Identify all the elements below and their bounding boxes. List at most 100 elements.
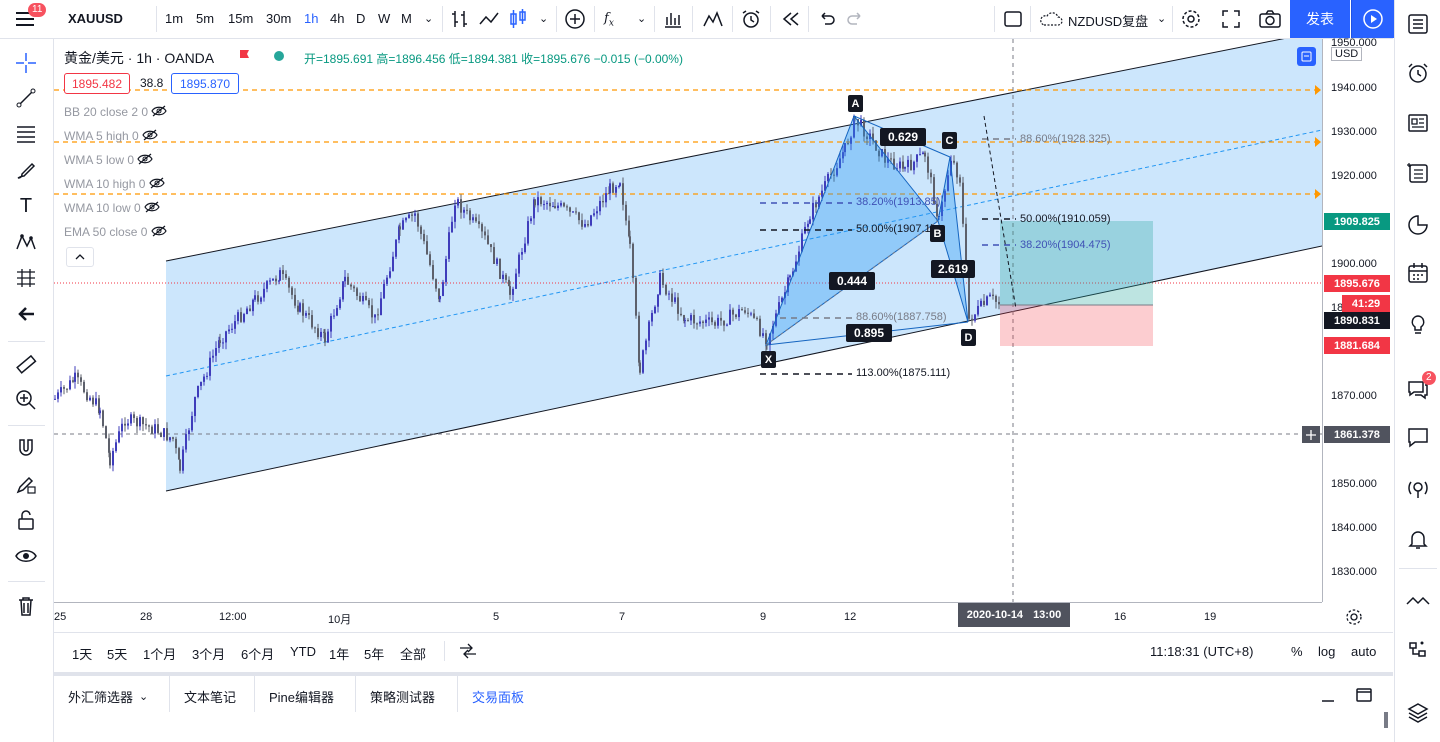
add-indicator-icon[interactable] bbox=[564, 8, 586, 35]
redo-icon[interactable] bbox=[844, 8, 866, 35]
fullscreen-icon[interactable] bbox=[1220, 8, 1242, 35]
ideas-lightbulb-icon[interactable] bbox=[1403, 310, 1433, 340]
back-arrow-icon[interactable] bbox=[13, 301, 39, 327]
undo-icon[interactable] bbox=[816, 8, 838, 35]
layout-name[interactable]: NZDUSD复盘 bbox=[1068, 11, 1148, 30]
eye-off-icon[interactable] bbox=[144, 201, 160, 216]
chart-pane[interactable]: A C B X D 0.629 0.444 2.619 0.895 88.60%… bbox=[54, 39, 1322, 602]
log-toggle[interactable]: log bbox=[1318, 644, 1335, 659]
object-tree-panel-icon[interactable] bbox=[1403, 636, 1433, 666]
prediction-tool-icon[interactable] bbox=[13, 265, 39, 291]
range-1y[interactable]: 1年 bbox=[329, 644, 349, 663]
layers-icon[interactable] bbox=[1403, 698, 1433, 728]
play-icon[interactable] bbox=[1351, 0, 1394, 38]
symbol-search[interactable]: XAUUSD bbox=[68, 11, 123, 26]
tab-trading-panel[interactable]: 交易面板 bbox=[458, 676, 551, 716]
interval-w[interactable]: W bbox=[378, 11, 390, 26]
clock-timezone[interactable]: 11:18:31 (UTC+8) bbox=[1150, 644, 1253, 659]
range-1d[interactable]: 1天 bbox=[72, 644, 92, 663]
tab-text-notes[interactable]: 文本笔记 bbox=[170, 676, 255, 716]
eye-off-icon[interactable] bbox=[151, 225, 167, 240]
add-alert-plus-icon[interactable] bbox=[1302, 426, 1320, 443]
lock-drawing-icon[interactable] bbox=[13, 471, 39, 497]
indicators-icon[interactable]: fx bbox=[604, 11, 614, 29]
range-3m[interactable]: 3个月 bbox=[192, 644, 225, 663]
indicators-dropdown-icon[interactable]: ⌄ bbox=[637, 12, 646, 25]
range-ytd[interactable]: YTD bbox=[290, 644, 316, 659]
settings-gear-icon[interactable] bbox=[1180, 8, 1202, 35]
candle-style-icon[interactable] bbox=[508, 8, 528, 35]
crosshair-icon[interactable] bbox=[13, 50, 39, 76]
watchlist-icon[interactable] bbox=[1403, 9, 1433, 39]
buy-button[interactable]: 1895.870 bbox=[171, 73, 239, 94]
eye-off-icon[interactable] bbox=[142, 129, 158, 144]
eye-off-icon[interactable] bbox=[151, 105, 168, 120]
alert-icon[interactable] bbox=[740, 8, 762, 35]
interval-5m[interactable]: 5m bbox=[196, 11, 214, 26]
range-5y[interactable]: 5年 bbox=[364, 644, 384, 663]
flag-icon[interactable] bbox=[239, 49, 250, 62]
indicator-row[interactable]: WMA 10 low 0 bbox=[64, 201, 160, 216]
calendar-icon[interactable] bbox=[1403, 258, 1433, 288]
tab-forex-screener[interactable]: 外汇筛选器 ⌄ bbox=[54, 676, 170, 716]
sell-button[interactable]: 1895.482 bbox=[64, 73, 130, 94]
fib-retracement-icon[interactable] bbox=[13, 121, 39, 147]
auto-toggle[interactable]: auto bbox=[1351, 644, 1376, 659]
trash-icon[interactable] bbox=[13, 593, 39, 619]
indicator-row[interactable]: WMA 5 low 0 bbox=[64, 153, 154, 168]
range-1m[interactable]: 1个月 bbox=[143, 644, 176, 663]
replay-icon[interactable] bbox=[780, 8, 802, 35]
trend-line-icon[interactable] bbox=[13, 85, 39, 111]
currency-button[interactable]: USD bbox=[1331, 47, 1363, 61]
depth-of-market-icon[interactable] bbox=[1403, 586, 1433, 616]
indicator-row[interactable]: BB 20 close 2 0 bbox=[64, 105, 168, 120]
bar-style-icon[interactable] bbox=[450, 8, 470, 35]
minimize-panel-icon[interactable] bbox=[1320, 688, 1336, 709]
indicator-row[interactable]: WMA 5 high 0 bbox=[64, 129, 158, 144]
data-window-icon[interactable] bbox=[1403, 158, 1433, 188]
chat-icon[interactable] bbox=[1403, 422, 1433, 452]
panel-scrollbar[interactable] bbox=[1384, 712, 1388, 728]
collapse-legend-button[interactable] bbox=[66, 247, 94, 267]
alarm-clock-icon[interactable] bbox=[1403, 58, 1433, 88]
layout-dropdown-icon[interactable]: ⌄ bbox=[1157, 12, 1166, 25]
maximize-panel-icon[interactable] bbox=[1355, 686, 1373, 709]
tab-pine-editor[interactable]: Pine编辑器 bbox=[255, 676, 356, 716]
interval-d[interactable]: D bbox=[356, 11, 365, 26]
notifications-bell-icon[interactable] bbox=[1403, 524, 1433, 554]
eye-off-icon[interactable] bbox=[137, 153, 154, 168]
time-scale[interactable]: 25 28 12:00 10月 5 7 9 12 16 19 2020-10-1… bbox=[54, 602, 1322, 632]
camera-icon[interactable] bbox=[1258, 8, 1282, 35]
brush-icon[interactable] bbox=[13, 157, 39, 183]
interval-1h[interactable]: 1h bbox=[304, 11, 318, 26]
chart-type-dropdown-icon[interactable]: ⌄ bbox=[539, 12, 548, 25]
price-scale[interactable]: 1950.000 USD 1940.000 1930.000 1920.000 … bbox=[1302, 37, 1394, 602]
eye-off-icon[interactable] bbox=[149, 177, 165, 192]
hotlist-icon[interactable] bbox=[1403, 210, 1433, 240]
magnet-icon[interactable] bbox=[13, 435, 39, 461]
unlock-icon[interactable] bbox=[13, 507, 39, 533]
range-6m[interactable]: 6个月 bbox=[241, 644, 274, 663]
interval-4h[interactable]: 4h bbox=[330, 11, 344, 26]
indicator-row[interactable]: WMA 10 high 0 bbox=[64, 177, 165, 192]
text-tool-icon[interactable]: T bbox=[13, 193, 39, 219]
stream-icon[interactable] bbox=[1403, 474, 1433, 504]
ruler-icon[interactable] bbox=[13, 351, 39, 377]
range-all[interactable]: 全部 bbox=[400, 644, 426, 663]
templates-icon[interactable] bbox=[702, 8, 724, 35]
interval-30m[interactable]: 30m bbox=[266, 11, 291, 26]
symbol-title[interactable]: 黄金/美元 · 1h · OANDA bbox=[64, 48, 214, 68]
percent-toggle[interactable]: % bbox=[1291, 644, 1303, 659]
pattern-tool-icon[interactable] bbox=[13, 229, 39, 255]
layout-icon[interactable] bbox=[1003, 9, 1023, 34]
chart-settings-gear-icon[interactable] bbox=[1345, 608, 1363, 631]
zoom-in-icon[interactable] bbox=[13, 387, 39, 413]
interval-m[interactable]: M bbox=[401, 11, 412, 26]
interval-15m[interactable]: 15m bbox=[228, 11, 253, 26]
indicator-row[interactable]: EMA 50 close 0 bbox=[64, 225, 167, 240]
publish-button[interactable]: 发表 bbox=[1290, 0, 1350, 38]
line-style-icon[interactable] bbox=[478, 8, 500, 35]
financials-icon[interactable] bbox=[662, 8, 684, 35]
news-icon[interactable] bbox=[1403, 108, 1433, 138]
object-tree-button[interactable] bbox=[1297, 47, 1316, 66]
